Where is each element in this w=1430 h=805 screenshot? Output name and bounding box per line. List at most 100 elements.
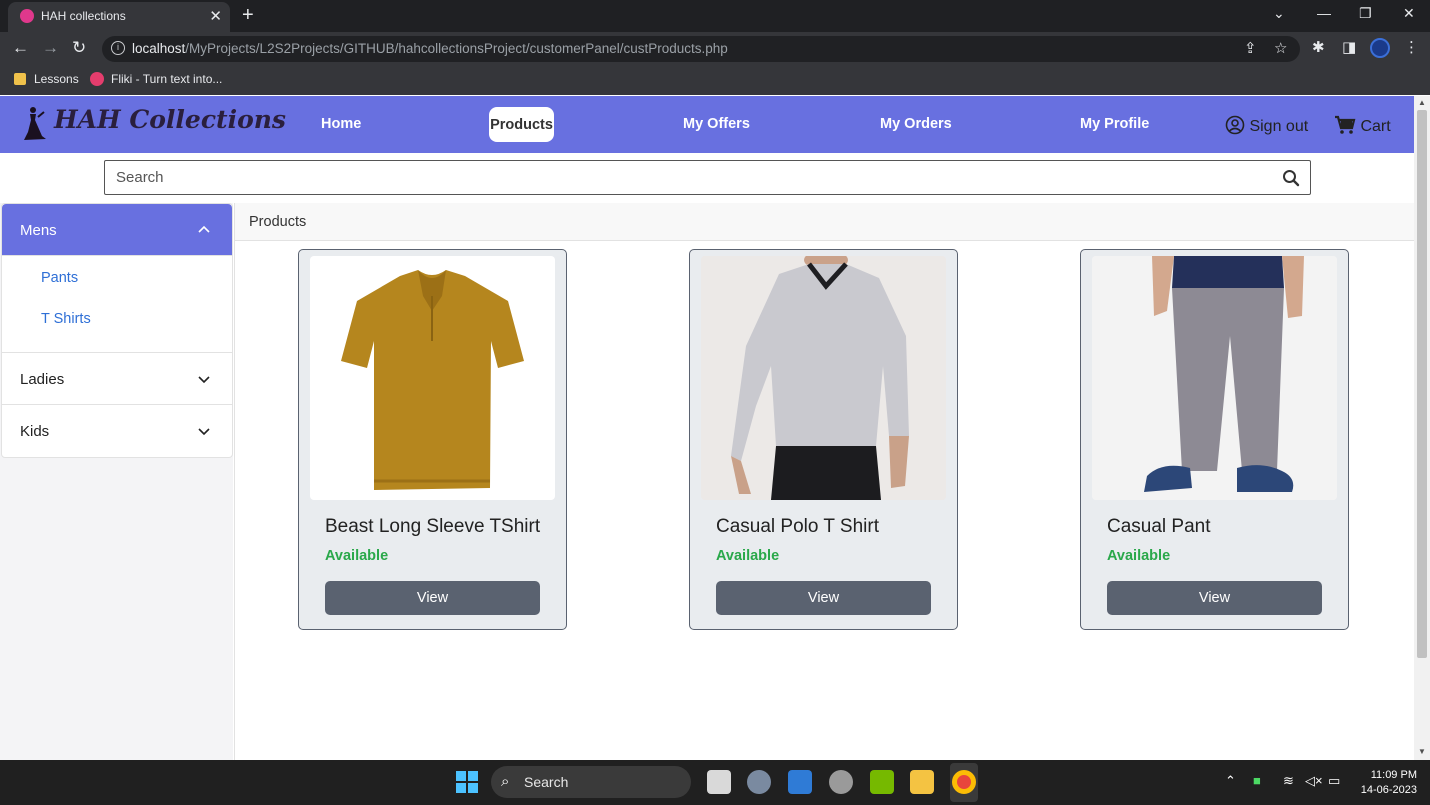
tray-app-icon[interactable]: ■ (1253, 773, 1261, 788)
category-label: Kids (20, 423, 50, 440)
nav-products-label: Products (490, 117, 553, 133)
bookmark-fliki[interactable]: Fliki - Turn text into... (111, 72, 222, 86)
extensions-puzzle-icon[interactable]: ✱ (1312, 38, 1325, 56)
bookmarks-bar: Lessons Fliki - Turn text into... (0, 65, 1430, 95)
chrome-icon[interactable] (952, 770, 976, 794)
user-circle-icon (1225, 115, 1245, 135)
nav-my-orders[interactable]: My Orders (880, 116, 952, 132)
cart-link[interactable]: Cart (1334, 115, 1391, 136)
page-scrollbar[interactable]: ▲ ▼ (1414, 96, 1430, 760)
bookmark-lessons[interactable]: Lessons (34, 72, 79, 86)
close-tab-icon[interactable]: ✕ (209, 7, 222, 25)
minimize-icon[interactable]: — (1317, 5, 1331, 21)
microsoft-store-icon[interactable] (788, 770, 812, 794)
view-product-button[interactable]: View (325, 581, 540, 615)
subcategory-pants[interactable]: Pants (41, 270, 78, 286)
accordion-kids-header[interactable]: Kids (2, 405, 232, 457)
app-icon[interactable] (829, 770, 853, 794)
product-name: Beast Long Sleeve TShirt (325, 516, 541, 537)
tab-search-chevron-icon[interactable]: ⌄ (1273, 5, 1285, 22)
clock-date: 14-06-2023 (1360, 784, 1417, 796)
product-image[interactable] (1092, 256, 1337, 500)
chevron-up-icon (198, 225, 210, 233)
product-image[interactable] (310, 256, 555, 500)
view-product-button[interactable]: View (716, 581, 931, 615)
availability-status: Available (1107, 548, 1171, 564)
url-path: /MyProjects/L2S2Projects/GITHUB/hahcolle… (185, 41, 728, 56)
reload-icon[interactable]: ↻ (72, 38, 86, 58)
scroll-thumb[interactable] (1417, 110, 1427, 658)
search-icon[interactable] (1282, 169, 1300, 187)
category-label: Ladies (20, 371, 65, 388)
grey-pants-model-image (1092, 256, 1337, 500)
url-bar[interactable]: i localhost/MyProjects/L2S2Projects/GITH… (102, 36, 1300, 62)
search-input[interactable] (105, 161, 1265, 194)
scroll-up-arrow-icon[interactable]: ▲ (1418, 98, 1426, 107)
product-image[interactable] (701, 256, 946, 500)
brand-logo-icon (24, 107, 46, 140)
brand-name[interactable]: HAH Collections (54, 105, 286, 134)
chevron-down-icon (198, 428, 210, 436)
product-card: Casual Pant Available View (1080, 249, 1349, 630)
chevron-down-icon (198, 376, 210, 384)
product-name: Casual Pant (1107, 516, 1211, 537)
products-panel-header: Products (235, 203, 1414, 241)
windows-start-icon[interactable] (456, 771, 478, 793)
product-card: Beast Long Sleeve TShirt Available View (298, 249, 567, 630)
category-sidebar: Mens Pants T Shirts Ladies Kids (0, 203, 233, 760)
nav-products[interactable]: Products (489, 107, 554, 142)
wifi-icon[interactable]: ≋ (1283, 773, 1294, 789)
subcategory-t-shirts[interactable]: T Shirts (41, 311, 91, 327)
battery-icon[interactable]: ▭ (1328, 773, 1340, 789)
cart-icon (1335, 115, 1356, 134)
availability-status: Available (325, 548, 389, 564)
mustard-polo-shirt-image (341, 270, 524, 490)
back-arrow-icon[interactable]: ← (12, 38, 29, 58)
nav-my-profile[interactable]: My Profile (1080, 116, 1149, 132)
restore-icon[interactable]: ❐ (1359, 5, 1372, 22)
bookmark-star-icon[interactable]: ☆ (1274, 39, 1287, 57)
availability-status: Available (716, 548, 780, 564)
view-product-button[interactable]: View (1107, 581, 1322, 615)
fliki-favicon-icon (90, 72, 104, 86)
speaker-muted-icon[interactable]: ◁× (1305, 773, 1323, 789)
nav-my-offers[interactable]: My Offers (683, 116, 750, 132)
taskbar-search[interactable]: ⌕ Search (491, 766, 691, 798)
product-name: Casual Polo T Shirt (716, 516, 879, 537)
web-page: HAH Collections Home Products My Offers … (0, 96, 1414, 760)
browser-menu-icon[interactable]: ⋮ (1404, 38, 1419, 56)
task-view-icon[interactable] (707, 770, 731, 794)
profile-avatar[interactable] (1370, 38, 1390, 58)
close-window-icon[interactable]: ✕ (1403, 5, 1415, 22)
share-icon[interactable]: ⇪ (1244, 39, 1257, 57)
grey-polo-model-image (701, 256, 946, 500)
system-clock[interactable]: 11:09 PM 14-06-2023 (1355, 768, 1417, 798)
site-info-icon[interactable]: i (111, 41, 125, 55)
taskbar-search-icon: ⌕ (501, 773, 510, 790)
sign-out-link[interactable]: Sign out (1225, 115, 1308, 136)
nvidia-icon[interactable] (870, 770, 894, 794)
accordion-mens-header[interactable]: Mens (2, 204, 232, 256)
new-tab-icon[interactable]: + (242, 4, 254, 27)
file-explorer-icon[interactable] (910, 770, 934, 794)
product-search-bar (104, 160, 1311, 195)
products-panel-title: Products (249, 214, 307, 230)
product-card: Casual Polo T Shirt Available View (689, 249, 958, 630)
side-panel-icon[interactable]: ◨ (1342, 38, 1356, 56)
tray-overflow-chevron-icon[interactable]: ⌃ (1225, 773, 1236, 789)
scroll-down-arrow-icon[interactable]: ▼ (1418, 747, 1426, 756)
url-host: localhost (132, 41, 186, 56)
site-navbar: HAH Collections Home Products My Offers … (0, 96, 1414, 153)
url-text[interactable]: localhost/MyProjects/L2S2Projects/GITHUB… (132, 41, 728, 56)
settings-gear-icon[interactable] (747, 770, 771, 794)
accordion-ladies-header[interactable]: Ladies (2, 353, 232, 405)
clock-time: 11:09 PM (1370, 769, 1417, 781)
folder-icon (14, 73, 26, 85)
address-toolbar: ← → ↻ i localhost/MyProjects/L2S2Project… (0, 32, 1430, 65)
nav-home[interactable]: Home (321, 116, 361, 132)
browser-tab[interactable]: HAH collections ✕ (8, 2, 230, 32)
category-label: Mens (20, 222, 57, 239)
accordion-mens-body: Pants T Shirts (2, 256, 232, 353)
forward-arrow-icon[interactable]: → (42, 38, 59, 58)
tab-title: HAH collections (41, 9, 126, 23)
